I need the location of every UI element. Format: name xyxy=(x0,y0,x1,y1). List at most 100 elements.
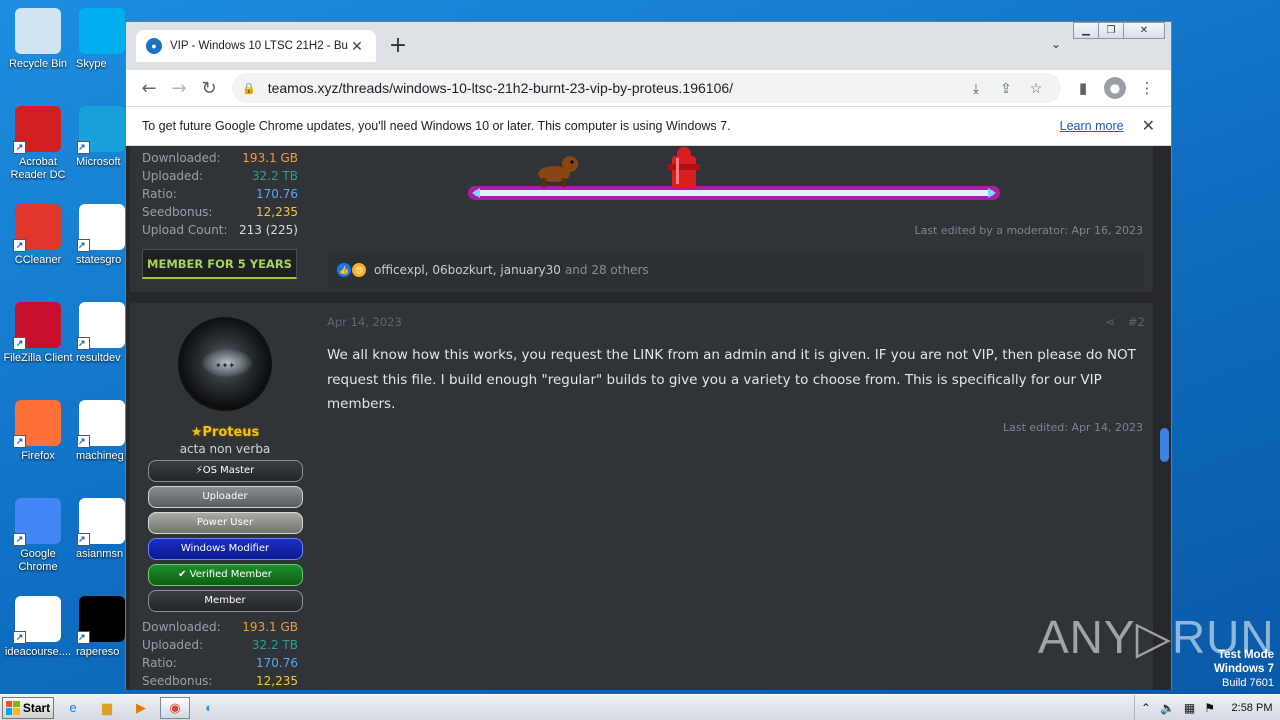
taskbar: Start e ▆ ▶ ◉ ◐ ⌃ 🔈 ▦ ⚑ 2:58 PM xyxy=(0,694,1280,720)
post-date[interactable]: Apr 14, 2023 xyxy=(327,315,402,329)
file-icon: ↗ xyxy=(77,400,125,448)
post-number[interactable]: #2 xyxy=(1128,315,1145,329)
file-icon: ↗ xyxy=(77,498,125,546)
reaction-users[interactable]: officexpl, 06bozkurt, january30 xyxy=(374,263,561,277)
username[interactable]: ★Proteus xyxy=(130,425,320,440)
user-title: acta non verba xyxy=(179,442,271,456)
ie-taskbar-icon[interactable]: e xyxy=(58,697,88,719)
stat-row: Upload Count: 213 (225) xyxy=(142,223,298,237)
desktop-icon-label: CCleaner xyxy=(14,254,62,266)
explorer-taskbar-icon[interactable]: ▆ xyxy=(92,697,122,719)
user-badges: ⚡OS Master Uploader Power User Windows M… xyxy=(130,460,320,612)
file-icon: ↗ xyxy=(77,596,125,644)
system-tray: ⌃ 🔈 ▦ ⚑ 2:58 PM xyxy=(1133,695,1280,720)
badge-windows-modifier: Windows Modifier xyxy=(147,538,303,560)
post-1-sidebar: Downloaded: 193.1 GB Uploaded: 32.2 TB Rat… xyxy=(130,146,320,279)
page-content: Downloaded: 193.1 GB Uploaded: 32.2 TB Rat… xyxy=(126,146,1171,690)
maximize-button[interactable]: ❐ xyxy=(1098,22,1124,39)
like-reaction-icon[interactable]: 👍 xyxy=(337,263,351,277)
scrollbar-thumb[interactable] xyxy=(1160,428,1169,462)
desktop-icon[interactable]: ↗ asianmsn xyxy=(76,498,128,561)
page-scrollbar[interactable] xyxy=(1157,146,1171,690)
desktop-icon[interactable]: ↗ Google Chrome xyxy=(0,498,76,574)
address-bar[interactable]: 🔒 teamos.xyz/threads/windows-10-ltsc-21h… xyxy=(232,73,1061,103)
love-reaction-icon[interactable]: 😍 xyxy=(352,263,366,277)
forward-arrow-icon[interactable]: → xyxy=(164,73,194,103)
window-controls: ▁ ❐ ✕ xyxy=(1073,22,1165,39)
post-1: Downloaded: 193.1 GB Uploaded: 32.2 TB Rat… xyxy=(130,146,1153,292)
minimize-button[interactable]: ▁ xyxy=(1073,22,1099,39)
volume-icon[interactable]: 🔈 xyxy=(1160,701,1175,715)
bookmark-star-icon[interactable]: ☆ xyxy=(1021,80,1051,97)
stat-row: Downloaded: 193.1 GB xyxy=(142,620,298,634)
windows-flag-icon xyxy=(5,700,20,715)
file-icon: ↗ xyxy=(13,596,61,644)
avatar-logo-icon: ✦✦✦ xyxy=(214,361,236,370)
infobar-close-icon[interactable]: ✕ xyxy=(1142,116,1155,136)
network-icon[interactable]: ▦ xyxy=(1184,701,1195,715)
close-window-button[interactable]: ✕ xyxy=(1123,22,1165,39)
desktop-icon[interactable]: ↗ resultdev xyxy=(76,302,128,365)
desktop-icon[interactable]: ↗ statesgro xyxy=(76,204,128,267)
clock[interactable]: 2:58 PM xyxy=(1224,702,1280,714)
new-tab-button[interactable]: + xyxy=(386,35,410,57)
reaction-others[interactable]: and 28 others xyxy=(565,263,649,277)
desktop-icon[interactable]: Recycle Bin xyxy=(0,8,76,71)
start-button[interactable]: Start xyxy=(2,696,54,719)
stat-row: Uploaded: 32.2 TB xyxy=(142,638,298,652)
file-icon: ↗ xyxy=(77,302,125,350)
desktop-icon[interactable]: ↗ ideacourse.... xyxy=(0,596,76,659)
chrome-icon: ↗ xyxy=(13,498,61,546)
flag-tray-icon[interactable]: ⚑ xyxy=(1204,701,1215,715)
tab-close-icon[interactable]: ✕ xyxy=(348,38,366,55)
stat-row: Ratio: 170.76 xyxy=(142,656,298,670)
chrome-window: ● VIP - Windows 10 LTSC 21H2 - Burnt ✕ +… xyxy=(125,21,1172,690)
tab-strip: ● VIP - Windows 10 LTSC 21H2 - Burnt ✕ +… xyxy=(126,22,1171,70)
url-text: teamos.xyz/threads/windows-10-ltsc-21h2-… xyxy=(267,80,734,96)
tab-search-chevron-icon[interactable]: ⌄ xyxy=(1051,37,1061,51)
learn-more-link[interactable]: Learn more xyxy=(1060,119,1124,133)
desktop-icon-label: Microsoft xyxy=(76,156,121,168)
firefox-icon: ↗ xyxy=(13,400,61,448)
tab-active[interactable]: ● VIP - Windows 10 LTSC 21H2 - Burnt ✕ xyxy=(136,30,376,62)
reactions-bar: 👍 😍 officexpl, 06bozkurt, january30 and … xyxy=(327,252,1145,288)
desktop-icon[interactable]: ↗ Microsoft xyxy=(76,106,128,169)
ccleaner-icon: ↗ xyxy=(13,204,61,252)
chrome-taskbar-icon[interactable]: ◉ xyxy=(160,696,190,719)
desktop-icon-label: Firefox xyxy=(21,450,55,462)
kebab-menu-icon[interactable]: ⋮ xyxy=(1131,79,1163,97)
lock-icon[interactable]: 🔒 xyxy=(242,82,256,95)
share-post-icon[interactable]: ⋖ xyxy=(1105,315,1115,329)
post-1-stats: Downloaded: 193.1 GB Uploaded: 32.2 TB Rat… xyxy=(130,149,320,239)
media-player-taskbar-icon[interactable]: ▶ xyxy=(126,697,156,719)
desktop-icon[interactable]: ↗ machineg xyxy=(76,400,128,463)
back-arrow-icon[interactable]: ← xyxy=(134,73,164,103)
desktop-icon[interactable]: ↗ rapereso xyxy=(76,596,128,659)
desktop-icon-label: resultdev xyxy=(76,352,121,364)
desktop-icon[interactable]: ↗ Acrobat Reader DC xyxy=(0,106,76,182)
desktop-icon-label: ideacourse.... xyxy=(4,646,72,658)
tray-chevron-icon[interactable]: ⌃ xyxy=(1141,701,1151,715)
install-icon[interactable]: ⤓ xyxy=(961,80,991,97)
desktop-icon[interactable]: ↗ FileZilla Client xyxy=(0,302,76,365)
post-2-last-edited: Last edited: Apr 14, 2023 xyxy=(1003,421,1143,434)
edge-taskbar-icon[interactable]: ◐ xyxy=(194,697,224,719)
desktop-icon-label: Google Chrome xyxy=(18,548,58,573)
stat-row: Ratio: 170.76 xyxy=(142,187,298,201)
member-years-badge: MEMBER FOR 5 YEARS xyxy=(142,249,297,279)
side-panel-icon[interactable]: ▮ xyxy=(1067,79,1099,97)
filezilla-icon: ↗ xyxy=(13,302,61,350)
desktop-icon-label: Acrobat Reader DC xyxy=(10,156,66,181)
infobar-message: To get future Google Chrome updates, you… xyxy=(142,119,731,133)
reload-icon[interactable]: ↻ xyxy=(194,73,224,103)
desktop-icon[interactable]: Skype xyxy=(76,8,128,71)
desktop-icon[interactable]: ↗ Firefox xyxy=(0,400,76,463)
user-avatar[interactable]: ✦✦✦ xyxy=(178,317,272,411)
desktop-icon-label: machineg xyxy=(76,450,124,462)
desktop-icon[interactable]: ↗ CCleaner xyxy=(0,204,76,267)
stat-row: Seedbonus: 12,235 xyxy=(142,674,298,688)
profile-avatar-icon[interactable]: ● xyxy=(1104,77,1126,99)
stat-row: Downloaded: 193.1 GB xyxy=(142,151,298,165)
share-icon[interactable]: ⇪ xyxy=(991,80,1021,97)
teamos-favicon-icon: ● xyxy=(146,38,162,54)
